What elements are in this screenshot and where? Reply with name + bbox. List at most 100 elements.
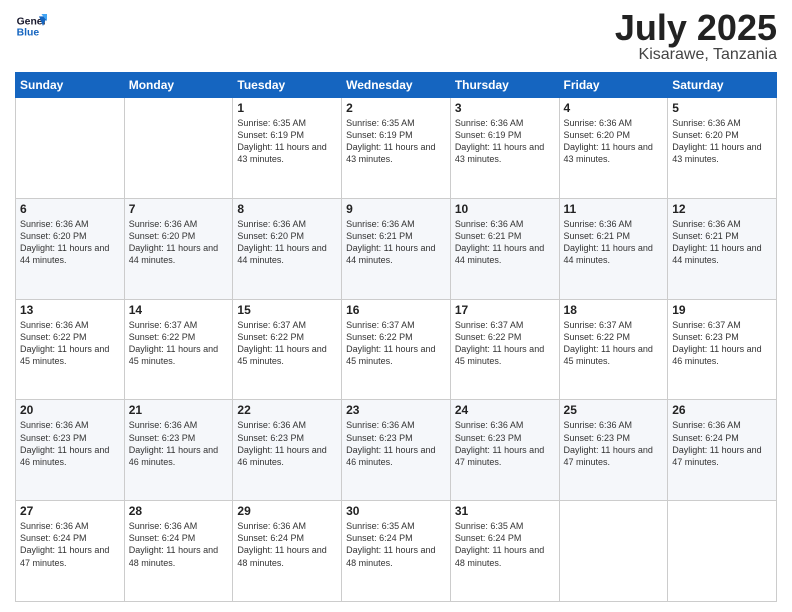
day-info: Sunrise: 6:36 AMSunset: 6:19 PMDaylight:… bbox=[455, 117, 555, 166]
day-info: Sunrise: 6:35 AMSunset: 6:24 PMDaylight:… bbox=[455, 520, 555, 569]
day-number: 31 bbox=[455, 504, 555, 518]
header-row: Sunday Monday Tuesday Wednesday Thursday… bbox=[16, 73, 777, 98]
day-number: 11 bbox=[564, 202, 664, 216]
table-row: 2 Sunrise: 6:35 AMSunset: 6:19 PMDaylight… bbox=[342, 98, 451, 199]
table-row: 31 Sunrise: 6:35 AMSunset: 6:24 PMDayligh… bbox=[450, 501, 559, 602]
table-row: 16 Sunrise: 6:37 AMSunset: 6:22 PMDayligh… bbox=[342, 299, 451, 400]
day-number: 28 bbox=[129, 504, 229, 518]
day-number: 17 bbox=[455, 303, 555, 317]
table-row: 1Sunrise: 6:35 AMSunset: 6:19 PMDaylight… bbox=[233, 98, 342, 199]
day-number: 3 bbox=[455, 101, 555, 115]
week-row-3: 13 Sunrise: 6:36 AMSunset: 6:22 PMDayligh… bbox=[16, 299, 777, 400]
table-row: 3 Sunrise: 6:36 AMSunset: 6:19 PMDaylight… bbox=[450, 98, 559, 199]
day-info: Sunrise: 6:36 AMSunset: 6:23 PMDaylight:… bbox=[346, 419, 446, 468]
day-info: Sunrise: 6:36 AMSunset: 6:24 PMDaylight:… bbox=[129, 520, 229, 569]
table-row: 11 Sunrise: 6:36 AMSunset: 6:21 PMDayligh… bbox=[559, 198, 668, 299]
day-info: Sunrise: 6:36 AMSunset: 6:21 PMDaylight:… bbox=[564, 218, 664, 267]
day-number: 9 bbox=[346, 202, 446, 216]
day-info: Sunrise: 6:37 AMSunset: 6:23 PMDaylight:… bbox=[672, 319, 772, 368]
table-row: 28 Sunrise: 6:36 AMSunset: 6:24 PMDayligh… bbox=[124, 501, 233, 602]
day-info: Sunrise: 6:36 AMSunset: 6:20 PMDaylight:… bbox=[129, 218, 229, 267]
day-info: Sunrise: 6:35 AMSunset: 6:19 PMDaylight:… bbox=[346, 117, 446, 166]
page: General Blue July 2025 Kisarawe, Tanzani… bbox=[0, 0, 792, 612]
day-number: 2 bbox=[346, 101, 446, 115]
svg-text:Blue: Blue bbox=[17, 28, 40, 39]
table-row: 8Sunrise: 6:36 AMSunset: 6:20 PMDaylight… bbox=[233, 198, 342, 299]
day-info: Sunrise: 6:37 AMSunset: 6:22 PMDaylight:… bbox=[346, 319, 446, 368]
day-info: Sunrise: 6:35 AMSunset: 6:19 PMDaylight:… bbox=[237, 117, 337, 166]
day-number: 24 bbox=[455, 403, 555, 417]
day-info: Sunrise: 6:36 AMSunset: 6:23 PMDaylight:… bbox=[564, 419, 664, 468]
table-row bbox=[16, 98, 125, 199]
calendar-table: Sunday Monday Tuesday Wednesday Thursday… bbox=[15, 72, 777, 602]
day-number: 26 bbox=[672, 403, 772, 417]
week-row-4: 20 Sunrise: 6:36 AMSunset: 6:23 PMDayligh… bbox=[16, 400, 777, 501]
day-info: Sunrise: 6:36 AMSunset: 6:23 PMDaylight:… bbox=[455, 419, 555, 468]
day-number: 6 bbox=[20, 202, 120, 216]
table-row: 14Sunrise: 6:37 AMSunset: 6:22 PMDayligh… bbox=[124, 299, 233, 400]
table-row: 21 Sunrise: 6:36 AMSunset: 6:23 PMDayligh… bbox=[124, 400, 233, 501]
day-number: 16 bbox=[346, 303, 446, 317]
header: General Blue July 2025 Kisarawe, Tanzani… bbox=[15, 10, 777, 64]
location: Kisarawe, Tanzania bbox=[615, 46, 777, 64]
table-row: 18Sunrise: 6:37 AMSunset: 6:22 PMDayligh… bbox=[559, 299, 668, 400]
logo: General Blue bbox=[15, 10, 47, 42]
table-row bbox=[559, 501, 668, 602]
col-monday: Monday bbox=[124, 73, 233, 98]
day-info: Sunrise: 6:36 AMSunset: 6:21 PMDaylight:… bbox=[455, 218, 555, 267]
day-info: Sunrise: 6:36 AMSunset: 6:20 PMDaylight:… bbox=[564, 117, 664, 166]
table-row: 6 Sunrise: 6:36 AMSunset: 6:20 PMDaylight… bbox=[16, 198, 125, 299]
day-info: Sunrise: 6:36 AMSunset: 6:24 PMDaylight:… bbox=[237, 520, 337, 569]
day-number: 7 bbox=[129, 202, 229, 216]
day-number: 8 bbox=[237, 202, 337, 216]
day-number: 30 bbox=[346, 504, 446, 518]
title-block: July 2025 Kisarawe, Tanzania bbox=[615, 10, 777, 64]
day-info: Sunrise: 6:37 AMSunset: 6:22 PMDaylight:… bbox=[564, 319, 664, 368]
table-row bbox=[124, 98, 233, 199]
day-number: 21 bbox=[129, 403, 229, 417]
day-number: 23 bbox=[346, 403, 446, 417]
table-row: 19Sunrise: 6:37 AMSunset: 6:23 PMDayligh… bbox=[668, 299, 777, 400]
table-row: 25 Sunrise: 6:36 AMSunset: 6:23 PMDayligh… bbox=[559, 400, 668, 501]
week-row-1: 1Sunrise: 6:35 AMSunset: 6:19 PMDaylight… bbox=[16, 98, 777, 199]
month-title: July 2025 bbox=[615, 10, 777, 46]
day-info: Sunrise: 6:37 AMSunset: 6:22 PMDaylight:… bbox=[237, 319, 337, 368]
table-row: 5 Sunrise: 6:36 AMSunset: 6:20 PMDaylight… bbox=[668, 98, 777, 199]
day-info: Sunrise: 6:36 AMSunset: 6:24 PMDaylight:… bbox=[20, 520, 120, 569]
day-number: 5 bbox=[672, 101, 772, 115]
day-info: Sunrise: 6:37 AMSunset: 6:22 PMDaylight:… bbox=[455, 319, 555, 368]
logo-icon: General Blue bbox=[15, 10, 47, 42]
table-row: 20Sunrise: 6:36 AMSunset: 6:23 PMDayligh… bbox=[16, 400, 125, 501]
day-info: Sunrise: 6:36 AMSunset: 6:24 PMDaylight:… bbox=[672, 419, 772, 468]
table-row: 17 Sunrise: 6:37 AMSunset: 6:22 PMDayligh… bbox=[450, 299, 559, 400]
table-row: 22 Sunrise: 6:36 AMSunset: 6:23 PMDayligh… bbox=[233, 400, 342, 501]
day-number: 25 bbox=[564, 403, 664, 417]
table-row: 4 Sunrise: 6:36 AMSunset: 6:20 PMDaylight… bbox=[559, 98, 668, 199]
day-number: 20 bbox=[20, 403, 120, 417]
day-info: Sunrise: 6:36 AMSunset: 6:23 PMDaylight:… bbox=[237, 419, 337, 468]
day-info: Sunrise: 6:36 AMSunset: 6:22 PMDaylight:… bbox=[20, 319, 120, 368]
table-row: 10Sunrise: 6:36 AMSunset: 6:21 PMDayligh… bbox=[450, 198, 559, 299]
week-row-2: 6 Sunrise: 6:36 AMSunset: 6:20 PMDaylight… bbox=[16, 198, 777, 299]
col-sunday: Sunday bbox=[16, 73, 125, 98]
day-info: Sunrise: 6:36 AMSunset: 6:23 PMDaylight:… bbox=[129, 419, 229, 468]
table-row: 26 Sunrise: 6:36 AMSunset: 6:24 PMDayligh… bbox=[668, 400, 777, 501]
day-info: Sunrise: 6:36 AMSunset: 6:20 PMDaylight:… bbox=[20, 218, 120, 267]
day-number: 13 bbox=[20, 303, 120, 317]
table-row bbox=[668, 501, 777, 602]
day-info: Sunrise: 6:36 AMSunset: 6:21 PMDaylight:… bbox=[346, 218, 446, 267]
table-row: 24 Sunrise: 6:36 AMSunset: 6:23 PMDayligh… bbox=[450, 400, 559, 501]
day-number: 22 bbox=[237, 403, 337, 417]
day-info: Sunrise: 6:36 AMSunset: 6:20 PMDaylight:… bbox=[672, 117, 772, 166]
day-number: 29 bbox=[237, 504, 337, 518]
col-tuesday: Tuesday bbox=[233, 73, 342, 98]
day-number: 15 bbox=[237, 303, 337, 317]
table-row: 29 Sunrise: 6:36 AMSunset: 6:24 PMDayligh… bbox=[233, 501, 342, 602]
col-wednesday: Wednesday bbox=[342, 73, 451, 98]
day-number: 4 bbox=[564, 101, 664, 115]
table-row: 30 Sunrise: 6:35 AMSunset: 6:24 PMDayligh… bbox=[342, 501, 451, 602]
day-info: Sunrise: 6:35 AMSunset: 6:24 PMDaylight:… bbox=[346, 520, 446, 569]
col-friday: Friday bbox=[559, 73, 668, 98]
table-row: 13 Sunrise: 6:36 AMSunset: 6:22 PMDayligh… bbox=[16, 299, 125, 400]
day-number: 14 bbox=[129, 303, 229, 317]
